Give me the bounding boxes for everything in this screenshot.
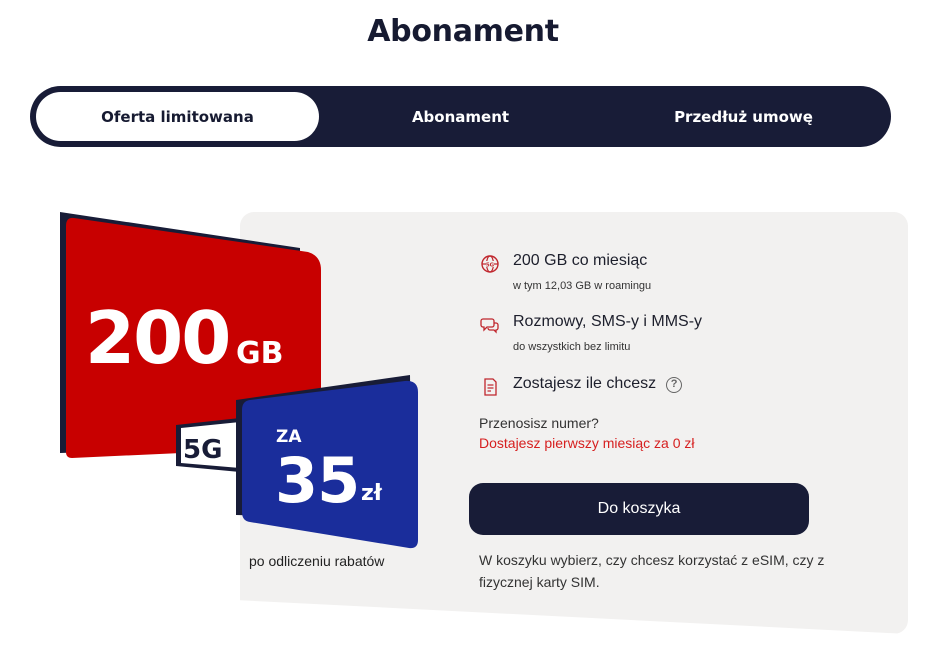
feature-subtitle: w tym 12,03 GB w roamingu [513, 280, 652, 292]
price-currency: zł [361, 481, 383, 506]
promo-graphic: 200 GB 5G ZA 35 zł [60, 212, 418, 549]
globe-5g-icon: 5G [481, 255, 499, 273]
network-label: 5G [183, 435, 222, 465]
document-icon [484, 378, 497, 396]
tab-przedluz-umowe[interactable]: Przedłuż umowę [602, 92, 885, 141]
feature-title-text: Zostajesz ile chcesz [513, 375, 657, 392]
chat-bubbles-icon [480, 318, 499, 334]
porting-offer: Dostajesz pierwszy miesiąc za 0 zł [479, 435, 695, 451]
add-to-cart-button[interactable]: Do koszyka [469, 483, 809, 535]
feature-title: 200 GB co miesiąc [513, 252, 648, 269]
feature-subtitle: do wszystkich bez limitu [513, 341, 631, 353]
svg-text:5G: 5G [486, 262, 495, 268]
porting-question: Przenosisz numer? [479, 415, 599, 431]
feature-title: Zostajesz ile chcesz? [513, 375, 683, 393]
price-value: 35 [275, 444, 359, 517]
price-note: po odliczeniu rabatów [249, 553, 385, 569]
feature-title: Rozmowy, SMS-y i MMS-y [513, 313, 703, 330]
cart-note: W koszyku wybierz, czy chcesz korzystać … [479, 552, 825, 590]
data-amount-text: 200 [85, 296, 229, 380]
help-icon[interactable]: ? [666, 377, 683, 393]
data-unit-text: GB [236, 336, 284, 371]
